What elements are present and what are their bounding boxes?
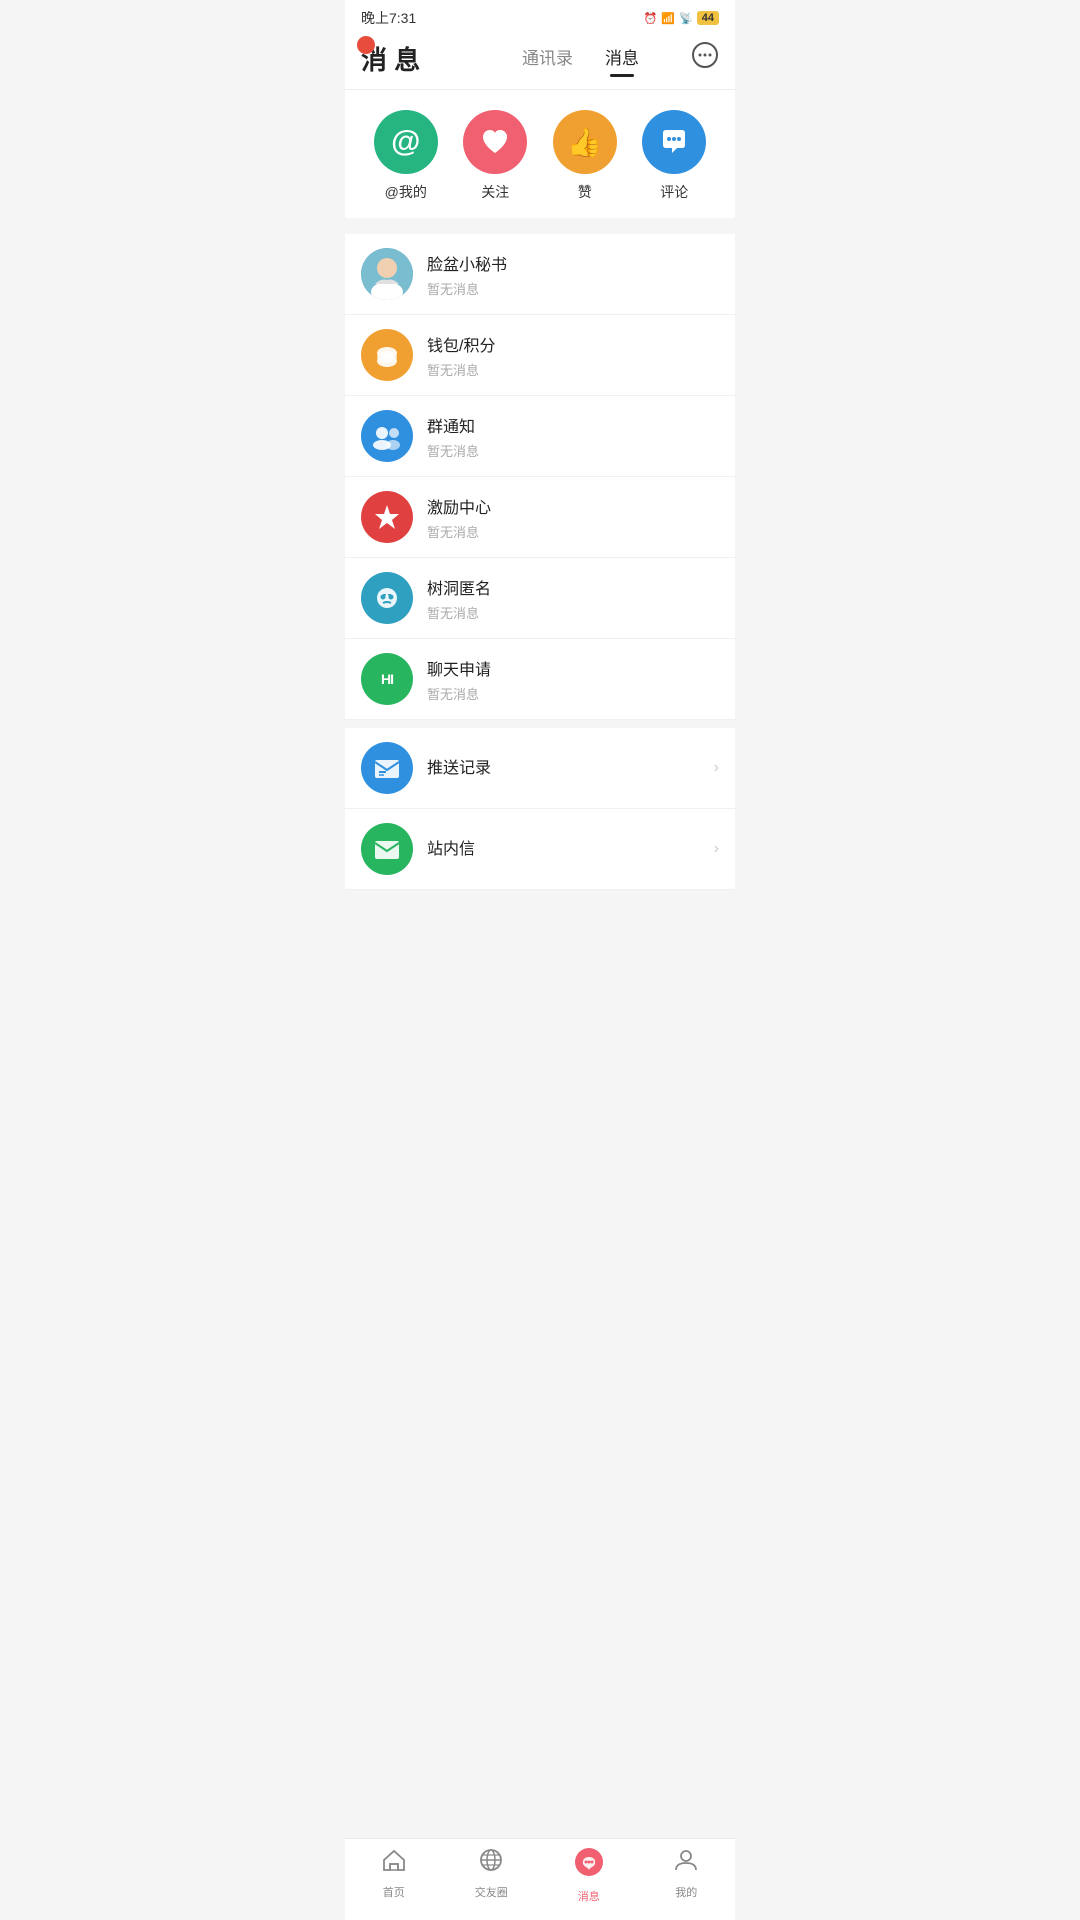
quick-actions: @ @我的 关注 👍 赞: [345, 90, 735, 218]
status-icons: ⏰ 📶 📡 44: [644, 11, 719, 25]
message-content: 树洞匿名 暂无消息: [427, 575, 719, 622]
message-content: 群通知 暂无消息: [427, 413, 719, 460]
chevron-right-icon: ›: [714, 759, 719, 777]
avatar: [361, 410, 413, 462]
home-icon: [381, 1847, 407, 1880]
message-subtitle: 暂无消息: [427, 441, 719, 460]
comment-label: 评论: [660, 182, 688, 202]
list-item[interactable]: 推送记录 ›: [345, 728, 735, 809]
message-title: 群通知: [427, 413, 719, 437]
wifi-icon: 📡: [679, 12, 693, 25]
message-subtitle: 暂无消息: [427, 360, 719, 379]
message-title: 钱包/积分: [427, 332, 719, 356]
comment-icon: [642, 110, 706, 174]
avatar: [361, 823, 413, 875]
message-subtitle: 暂无消息: [427, 522, 719, 541]
message-list: 脸盆小秘书 暂无消息 钱包/积分 暂无消息: [345, 234, 735, 890]
nav-home-label: 首页: [383, 1884, 405, 1900]
messages-icon: [574, 1847, 604, 1884]
avatar: [361, 491, 413, 543]
signal-icon: 📶: [661, 12, 675, 25]
battery-icon: 44: [697, 11, 719, 25]
quick-action-at-me[interactable]: @ @我的: [374, 110, 438, 202]
main-content: @ @我的 关注 👍 赞: [345, 90, 735, 960]
quick-action-follow[interactable]: 关注: [463, 110, 527, 202]
header-tabs: 通讯录 消息: [522, 41, 719, 76]
message-content: 激励中心 暂无消息: [427, 494, 719, 541]
bottom-nav: 首页 交友圈 消息: [345, 1838, 735, 1920]
message-title: 推送记录: [427, 754, 714, 778]
profile-icon: [673, 1847, 699, 1880]
nav-messages[interactable]: 消息: [540, 1847, 638, 1904]
list-item[interactable]: 站内信 ›: [345, 809, 735, 890]
like-icon: 👍: [553, 110, 617, 174]
app-title: 消 息: [361, 40, 420, 77]
chat-bubble-icon[interactable]: [691, 41, 719, 76]
nav-social[interactable]: 交友圈: [443, 1847, 541, 1904]
list-item[interactable]: 钱包/积分 暂无消息: [345, 315, 735, 396]
quick-action-comment[interactable]: 评论: [642, 110, 706, 202]
message-title: 站内信: [427, 835, 714, 859]
at-me-icon: @: [374, 110, 438, 174]
status-bar: 晚上7:31 ⏰ 📶 📡 44: [345, 0, 735, 32]
message-content: 钱包/积分 暂无消息: [427, 332, 719, 379]
message-content: 推送记录: [427, 754, 714, 782]
tab-messages[interactable]: 消息: [605, 44, 639, 73]
at-me-label: @我的: [385, 182, 427, 202]
message-subtitle: 暂无消息: [427, 603, 719, 622]
avatar: HI: [361, 653, 413, 705]
social-icon: [478, 1847, 504, 1880]
like-label: 赞: [578, 182, 592, 202]
header: 消 息 通讯录 消息: [345, 32, 735, 90]
avatar: [361, 248, 413, 300]
avatar: [361, 572, 413, 624]
list-item[interactable]: 群通知 暂无消息: [345, 396, 735, 477]
message-content: 站内信: [427, 835, 714, 863]
avatar: [361, 329, 413, 381]
notification-badge: [357, 36, 375, 54]
message-title: 树洞匿名: [427, 575, 719, 599]
quick-action-like[interactable]: 👍 赞: [553, 110, 617, 202]
list-item[interactable]: 树洞匿名 暂无消息: [345, 558, 735, 639]
nav-home[interactable]: 首页: [345, 1847, 443, 1904]
nav-profile[interactable]: 我的: [638, 1847, 736, 1904]
list-item[interactable]: 激励中心 暂无消息: [345, 477, 735, 558]
tab-contacts[interactable]: 通讯录: [522, 44, 573, 73]
avatar: [361, 742, 413, 794]
message-title: 聊天申请: [427, 656, 719, 680]
follow-label: 关注: [481, 182, 509, 202]
message-content: 脸盆小秘书 暂无消息: [427, 251, 719, 298]
message-content: 聊天申请 暂无消息: [427, 656, 719, 703]
nav-social-label: 交友圈: [475, 1884, 508, 1900]
message-subtitle: 暂无消息: [427, 684, 719, 703]
chevron-right-icon: ›: [714, 840, 719, 858]
message-title: 激励中心: [427, 494, 719, 518]
nav-messages-label: 消息: [578, 1888, 600, 1904]
message-subtitle: 暂无消息: [427, 279, 719, 298]
follow-icon: [463, 110, 527, 174]
nav-profile-label: 我的: [675, 1884, 697, 1900]
list-item[interactable]: 脸盆小秘书 暂无消息: [345, 234, 735, 315]
status-time: 晚上7:31: [361, 8, 416, 28]
alarm-icon: ⏰: [644, 12, 658, 25]
list-item[interactable]: HI 聊天申请 暂无消息: [345, 639, 735, 720]
message-title: 脸盆小秘书: [427, 251, 719, 275]
